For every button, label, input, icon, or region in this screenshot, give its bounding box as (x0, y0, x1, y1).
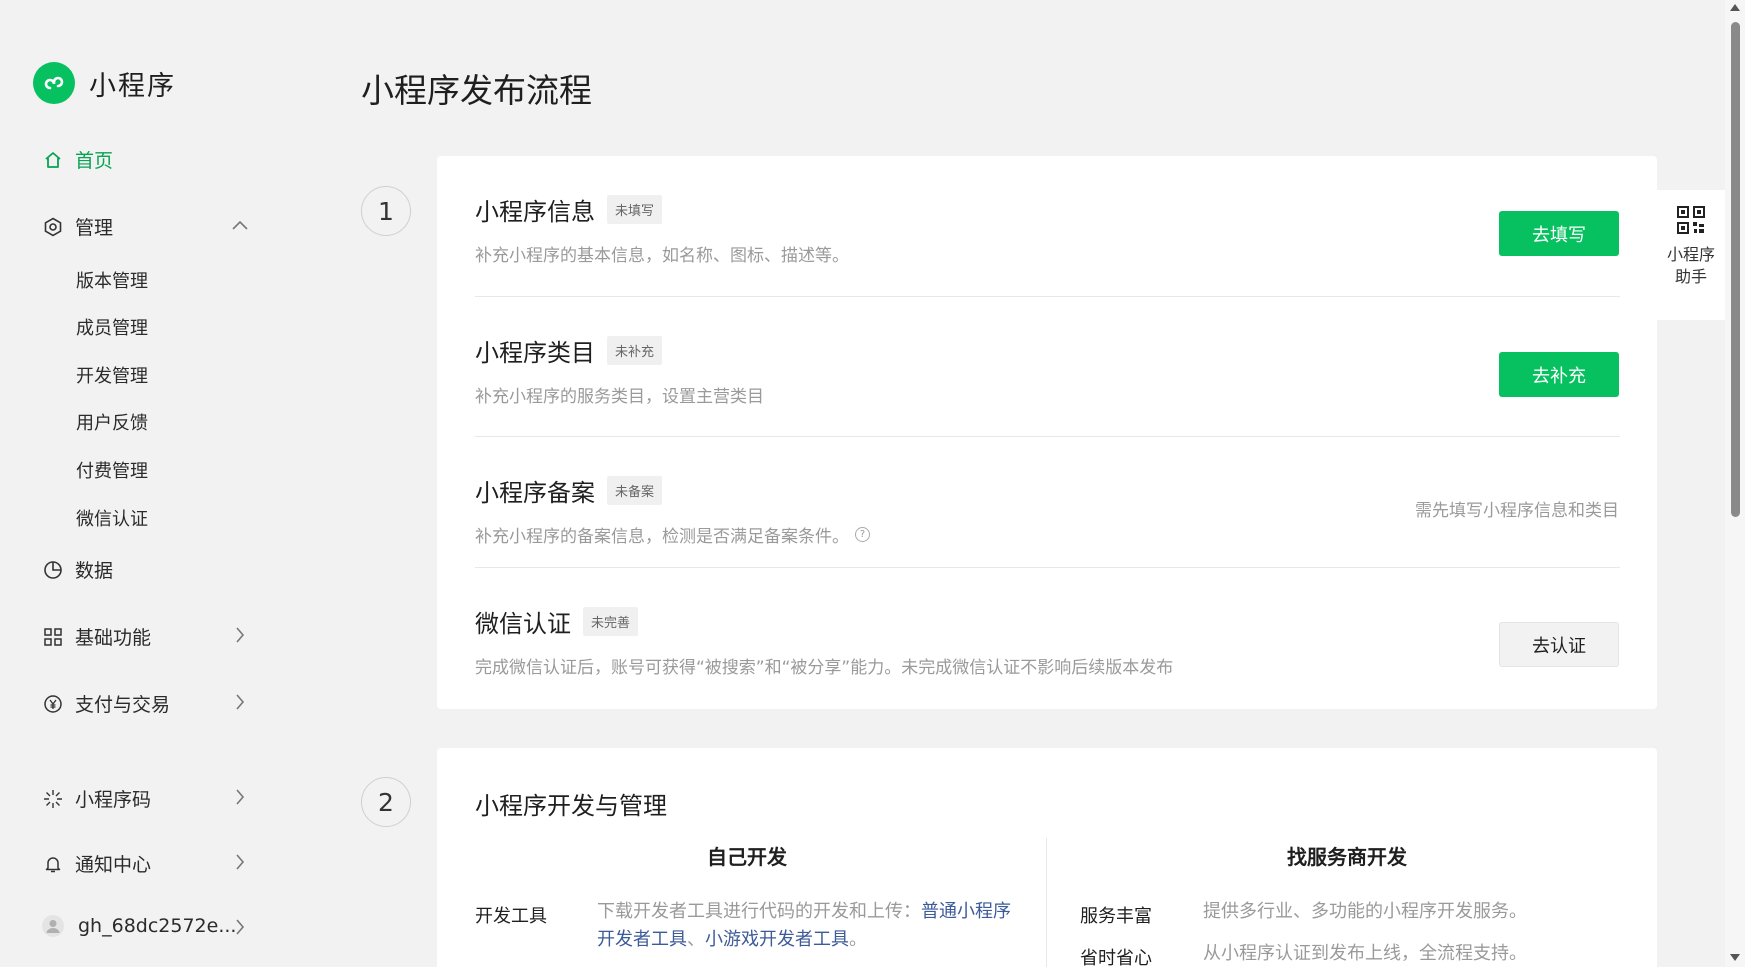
fill-info-button[interactable]: 去填写 (1499, 211, 1619, 256)
chevron-right-icon[interactable] (230, 852, 250, 872)
status-badge: 未备案 (607, 476, 663, 505)
divider (475, 436, 1620, 437)
chevron-right-icon[interactable] (230, 692, 250, 712)
verify-button[interactable]: 去认证 (1499, 622, 1619, 667)
step-title: 小程序信息 (475, 198, 595, 226)
assistant-widget[interactable]: 小程序 助手 (1657, 190, 1725, 320)
pie-chart-icon (42, 559, 64, 581)
status-badge: 未补充 (607, 336, 663, 365)
settings-icon (42, 216, 64, 238)
sidebar-subitem-verify[interactable]: 微信认证 (76, 505, 148, 531)
qrcode-icon (1677, 206, 1705, 234)
vendor-label-easy: 省时省心 (1080, 948, 1152, 967)
filing-hint: 需先填写小程序信息和类目 (1415, 501, 1619, 521)
column-divider (1046, 838, 1047, 967)
vendor-text-rich: 提供多行业、多功能的小程序开发服务。 (1203, 901, 1527, 922)
step-desc: 补充小程序的备案信息，检测是否满足备案条件。 (475, 527, 849, 547)
step-title: 小程序类目 (475, 339, 595, 367)
divider (475, 567, 1620, 568)
chevron-up-icon[interactable] (230, 215, 250, 235)
help-icon[interactable]: ? (855, 527, 870, 542)
game-devtools-link[interactable]: 小游戏开发者工具 (705, 929, 849, 950)
sidebar-item-label: 基础功能 (75, 627, 152, 649)
chevron-right-icon[interactable] (230, 625, 250, 645)
scroll-up-arrow-icon[interactable] (1730, 4, 1740, 11)
scrollbar[interactable] (1725, 0, 1745, 967)
step-row-verify: 微信认证 未完善 完成微信认证后，账号可获得“被搜索”和“被分享”能力。未完成微… (475, 604, 1620, 678)
step-desc: 补充小程序的服务类目，设置主营类目 (475, 387, 764, 407)
status-badge: 未完善 (583, 607, 639, 636)
vendor-label-rich: 服务丰富 (1080, 906, 1152, 927)
sidebar: 小程序 首页 管理 版本管理 成员管理 开发管理 用户反馈 付费管理 微信认证 … (0, 0, 300, 967)
sidebar-item-qrcode[interactable]: 小程序码 (42, 785, 151, 812)
step-number-1: 1 (361, 186, 411, 236)
normal-devtools-link-cont[interactable]: 开发者工具 (597, 929, 687, 950)
vendor-dev-heading: 找服务商开发 (1287, 845, 1407, 869)
dev-manage-card: 小程序开发与管理 自己开发 找服务商开发 开发工具 下载开发者工具进行代码的开发… (437, 748, 1657, 967)
publish-steps-card: 小程序信息 未填写 补充小程序的基本信息，如名称、图标、描述等。 去填写 小程序… (437, 156, 1657, 709)
step-row-info: 小程序信息 未填写 补充小程序的基本信息，如名称、图标、描述等。 (475, 192, 1620, 266)
yuan-icon (42, 693, 64, 715)
step-row-category: 小程序类目 未补充 补充小程序的服务类目，设置主营类目 (475, 333, 1620, 407)
chevron-right-icon[interactable] (230, 787, 250, 807)
avatar-icon (42, 915, 64, 937)
sidebar-item-account[interactable]: gh_68dc2572e... (42, 915, 236, 937)
vendor-text-easy: 从小程序认证到发布上线，全流程支持。 (1203, 943, 1527, 964)
page-title: 小程序发布流程 (361, 71, 592, 110)
assistant-label-line1: 小程序 (1666, 245, 1715, 264)
self-dev-heading: 自己开发 (707, 845, 787, 869)
dev-tools-desc: 下载开发者工具进行代码的开发和上传： (597, 901, 921, 922)
brand[interactable]: 小程序 (33, 62, 176, 104)
sidebar-item-pay[interactable]: 支付与交易 (42, 690, 170, 717)
sidebar-subitem-members[interactable]: 成员管理 (76, 314, 148, 340)
sidebar-item-manage[interactable]: 管理 (42, 213, 113, 240)
brand-title: 小程序 (89, 70, 176, 102)
step-desc: 完成微信认证后，账号可获得“被搜索”和“被分享”能力。未完成微信认证不影响后续版… (475, 658, 1174, 678)
bell-icon (42, 853, 64, 875)
normal-devtools-link[interactable]: 普通小程序 (921, 901, 1011, 922)
sparkle-icon (42, 788, 64, 810)
sidebar-item-notify[interactable]: 通知中心 (42, 850, 151, 877)
sidebar-item-home[interactable]: 首页 (42, 146, 113, 173)
sidebar-item-label: 通知中心 (75, 854, 152, 876)
grid-icon (42, 626, 64, 648)
sidebar-item-label: 数据 (75, 560, 114, 582)
sidebar-item-label: 管理 (75, 217, 114, 239)
scrollbar-thumb[interactable] (1731, 22, 1740, 517)
scroll-down-arrow-icon[interactable] (1730, 954, 1740, 961)
dev-tools-text: 下载开发者工具进行代码的开发和上传：普通小程序 开发者工具、小游戏开发者工具。 (597, 898, 1017, 954)
step-title: 微信认证 (475, 610, 571, 638)
step-title: 小程序备案 (475, 479, 595, 507)
sidebar-subitem-payment[interactable]: 付费管理 (76, 457, 148, 483)
dev-tools-label: 开发工具 (475, 906, 547, 927)
sidebar-item-basic[interactable]: 基础功能 (42, 623, 151, 650)
period: 。 (849, 929, 867, 950)
status-badge: 未填写 (607, 195, 663, 224)
assistant-label-line2: 助手 (1674, 267, 1707, 286)
miniprogram-logo-icon (33, 62, 75, 104)
chevron-right-icon[interactable] (230, 917, 250, 937)
sidebar-subitem-feedback[interactable]: 用户反馈 (76, 409, 148, 435)
sidebar-subitem-version[interactable]: 版本管理 (76, 267, 148, 293)
sidebar-item-label: 小程序码 (75, 789, 152, 811)
separator: 、 (687, 929, 705, 950)
step-number-2: 2 (361, 777, 411, 827)
step-desc: 补充小程序的基本信息，如名称、图标、描述等。 (475, 246, 849, 266)
home-icon (42, 149, 64, 171)
add-category-button[interactable]: 去补充 (1499, 352, 1619, 397)
sidebar-subitem-dev[interactable]: 开发管理 (76, 362, 148, 388)
divider (475, 296, 1620, 297)
assistant-label: 小程序 助手 (1667, 244, 1715, 288)
section-title: 小程序开发与管理 (475, 792, 667, 820)
sidebar-item-label: 首页 (75, 150, 114, 172)
sidebar-item-data[interactable]: 数据 (42, 556, 113, 583)
account-name: gh_68dc2572e... (78, 915, 237, 937)
sidebar-item-label: 支付与交易 (75, 694, 171, 716)
